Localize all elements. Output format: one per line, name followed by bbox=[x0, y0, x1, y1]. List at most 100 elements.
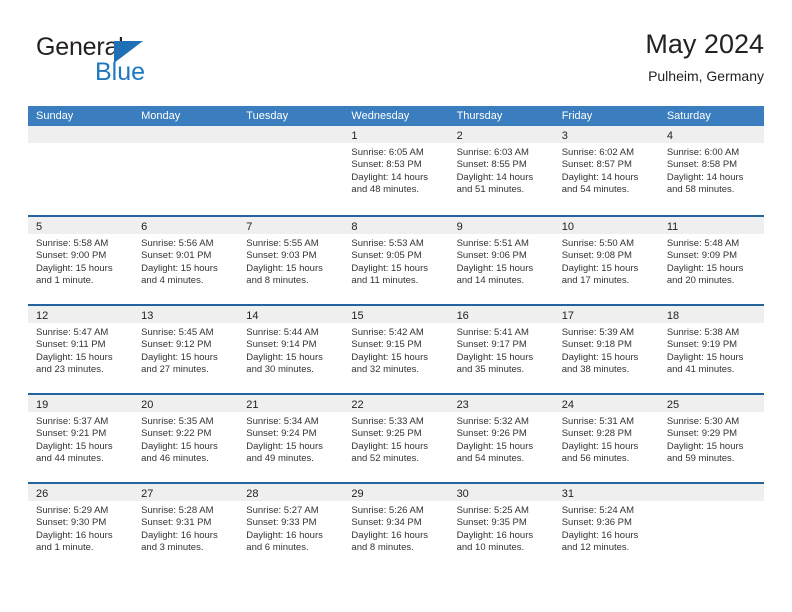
day-number-strip: 18 bbox=[658, 306, 764, 323]
day-cell[interactable]: 30 Sunrise: 5:25 AM Sunset: 9:35 PM Dayligh… bbox=[448, 484, 554, 571]
logo-text-general: General bbox=[36, 33, 124, 61]
day-cell[interactable]: 25 Sunrise: 5:30 AM Sunset: 9:29 PM Dayligh… bbox=[658, 395, 764, 482]
daylight-text-cont: and 59 minutes. bbox=[666, 453, 735, 465]
sunrise-text: Sunrise: 5:26 AM bbox=[351, 505, 424, 516]
sunset-text: Sunset: 9:11 PM bbox=[36, 339, 106, 351]
day-cell[interactable]: 7 Sunrise: 5:55 AM Sunset: 9:03 PM Daylight… bbox=[238, 217, 344, 304]
daylight-text: Daylight: 15 hours bbox=[36, 262, 113, 274]
day-number-strip: 30 bbox=[448, 484, 554, 501]
sunrise-text: Sunrise: 5:41 AM bbox=[456, 327, 529, 338]
day-details: Sunrise: 5:47 AM Sunset: 9:11 PM Daylight:… bbox=[28, 323, 133, 377]
daylight-text-cont: and 14 minutes. bbox=[456, 275, 525, 287]
sunrise-text: Sunrise: 5:56 AM bbox=[141, 238, 214, 249]
day-cell[interactable]: 4 Sunrise: 6:00 AM Sunset: 8:58 PM Daylight… bbox=[658, 126, 764, 215]
day-number-strip: 10 bbox=[553, 217, 659, 234]
day-cell[interactable]: 29 Sunrise: 5:26 AM Sunset: 9:34 PM Dayligh… bbox=[343, 484, 449, 571]
day-number: 16 bbox=[456, 310, 469, 322]
day-number-strip bbox=[133, 126, 239, 143]
day-number: 5 bbox=[36, 221, 43, 233]
day-number-strip: 19 bbox=[28, 395, 134, 412]
day-cell[interactable]: 9 Sunrise: 5:51 AM Sunset: 9:06 PM Daylight… bbox=[448, 217, 554, 304]
day-cell[interactable]: 20 Sunrise: 5:35 AM Sunset: 9:22 PM Dayligh… bbox=[133, 395, 239, 482]
sunrise-text: Sunrise: 5:28 AM bbox=[141, 505, 214, 516]
sunset-text: Sunset: 9:00 PM bbox=[36, 250, 107, 262]
day-details: Sunrise: 5:32 AM Sunset: 9:26 PM Daylight:… bbox=[449, 412, 554, 466]
day-cell[interactable]: 3 Sunrise: 6:02 AM Sunset: 8:57 PM Daylight… bbox=[553, 126, 659, 215]
day-number-strip: 14 bbox=[238, 306, 344, 323]
day-number-strip: 15 bbox=[343, 306, 449, 323]
day-cell[interactable]: 12 Sunrise: 5:47 AM Sunset: 9:11 PM Dayligh… bbox=[28, 306, 134, 393]
sunset-text: Sunset: 9:24 PM bbox=[246, 428, 317, 440]
day-number-strip: 21 bbox=[238, 395, 344, 412]
day-cell[interactable]: 24 Sunrise: 5:31 AM Sunset: 9:28 PM Dayligh… bbox=[553, 395, 659, 482]
day-cell[interactable]: 21 Sunrise: 5:34 AM Sunset: 9:24 PM Dayligh… bbox=[238, 395, 344, 482]
day-cell[interactable]: 10 Sunrise: 5:50 AM Sunset: 9:08 PM Dayligh… bbox=[553, 217, 659, 304]
day-number-strip: 7 bbox=[238, 217, 344, 234]
page-subtitle: Pulheim, Germany bbox=[648, 68, 764, 84]
day-number-strip: 5 bbox=[28, 217, 134, 234]
day-cell[interactable]: 28 Sunrise: 5:27 AM Sunset: 9:33 PM Dayligh… bbox=[238, 484, 344, 571]
daylight-text-cont: and 4 minutes. bbox=[141, 275, 204, 287]
day-cell[interactable]: 14 Sunrise: 5:44 AM Sunset: 9:14 PM Dayligh… bbox=[238, 306, 344, 393]
sunrise-text: Sunrise: 5:37 AM bbox=[36, 416, 109, 427]
sunset-text: Sunset: 8:53 PM bbox=[351, 159, 422, 171]
calendar-grid: Sunday Monday Tuesday Wednesday Thursday Frid… bbox=[28, 106, 764, 571]
day-details: Sunrise: 5:53 AM Sunset: 9:05 PM Daylight:… bbox=[343, 234, 448, 288]
day-cell[interactable]: 13 Sunrise: 5:45 AM Sunset: 9:12 PM Dayligh… bbox=[133, 306, 239, 393]
day-cell[interactable]: 31 Sunrise: 5:24 AM Sunset: 9:36 PM Dayligh… bbox=[553, 484, 659, 571]
general-blue-logo[interactable]: General Blue bbox=[36, 34, 206, 90]
day-cell[interactable]: 23 Sunrise: 5:32 AM Sunset: 9:26 PM Dayligh… bbox=[448, 395, 554, 482]
daylight-text: Daylight: 15 hours bbox=[246, 351, 323, 363]
day-cell[interactable]: 15 Sunrise: 5:42 AM Sunset: 9:15 PM Dayligh… bbox=[343, 306, 449, 393]
daylight-text: Daylight: 15 hours bbox=[36, 440, 113, 452]
daylight-text-cont: and 52 minutes. bbox=[351, 453, 420, 465]
daylight-text: Daylight: 16 hours bbox=[36, 529, 113, 541]
day-details: Sunrise: 5:34 AM Sunset: 9:24 PM Daylight:… bbox=[238, 412, 343, 466]
day-number: 29 bbox=[351, 488, 364, 500]
day-cell[interactable]: 2 Sunrise: 6:03 AM Sunset: 8:55 PM Daylight… bbox=[448, 126, 554, 215]
day-details: Sunrise: 5:37 AM Sunset: 9:21 PM Daylight:… bbox=[28, 412, 133, 466]
day-number: 9 bbox=[456, 221, 463, 233]
daylight-text-cont: and 3 minutes. bbox=[141, 542, 204, 554]
daylight-text-cont: and 11 minutes. bbox=[351, 275, 419, 287]
day-cell[interactable]: 8 Sunrise: 5:53 AM Sunset: 9:05 PM Daylight… bbox=[343, 217, 449, 304]
sunset-text: Sunset: 9:12 PM bbox=[141, 339, 212, 351]
sunrise-text: Sunrise: 5:34 AM bbox=[246, 416, 319, 427]
day-cell[interactable]: 27 Sunrise: 5:28 AM Sunset: 9:31 PM Dayligh… bbox=[133, 484, 239, 571]
day-number-strip bbox=[238, 126, 344, 143]
day-number-strip: 12 bbox=[28, 306, 134, 323]
daylight-text: Daylight: 15 hours bbox=[351, 440, 428, 452]
sunset-text: Sunset: 9:18 PM bbox=[561, 339, 632, 351]
day-number: 13 bbox=[141, 310, 154, 322]
weekday-header-thursday: Thursday bbox=[456, 110, 503, 122]
sunset-text: Sunset: 8:57 PM bbox=[561, 159, 632, 171]
daylight-text-cont: and 46 minutes. bbox=[141, 453, 209, 465]
daylight-text: Daylight: 15 hours bbox=[561, 262, 639, 274]
day-cell[interactable]: 19 Sunrise: 5:37 AM Sunset: 9:21 PM Dayligh… bbox=[28, 395, 134, 482]
calendar-week-row: 12 Sunrise: 5:47 AM Sunset: 9:11 PM Dayligh… bbox=[28, 304, 764, 393]
sunrise-text: Sunrise: 5:44 AM bbox=[246, 327, 319, 338]
day-cell[interactable]: 6 Sunrise: 5:56 AM Sunset: 9:01 PM Daylight… bbox=[133, 217, 239, 304]
day-number: 12 bbox=[36, 310, 49, 322]
day-cell[interactable]: 1 Sunrise: 6:05 AM Sunset: 8:53 PM Daylight… bbox=[343, 126, 449, 215]
day-details: Sunrise: 5:29 AM Sunset: 9:30 PM Daylight:… bbox=[28, 501, 133, 555]
day-cell[interactable]: 16 Sunrise: 5:41 AM Sunset: 9:17 PM Dayligh… bbox=[448, 306, 554, 393]
sunrise-text: Sunrise: 5:30 AM bbox=[666, 416, 740, 427]
title-block: May 2024 Pulheim, Germany bbox=[645, 28, 764, 86]
sunset-text: Sunset: 9:28 PM bbox=[561, 428, 632, 440]
daylight-text-cont: and 6 minutes. bbox=[246, 542, 309, 554]
day-details: Sunrise: 5:41 AM Sunset: 9:17 PM Daylight:… bbox=[449, 323, 554, 377]
day-cell[interactable]: 11 Sunrise: 5:48 AM Sunset: 9:09 PM Dayligh… bbox=[658, 217, 764, 304]
day-cell[interactable]: 17 Sunrise: 5:39 AM Sunset: 9:18 PM Dayligh… bbox=[553, 306, 659, 393]
daylight-text: Daylight: 15 hours bbox=[666, 262, 744, 274]
day-cell[interactable]: 18 Sunrise: 5:38 AM Sunset: 9:19 PM Dayligh… bbox=[658, 306, 764, 393]
day-cell[interactable]: 22 Sunrise: 5:33 AM Sunset: 9:25 PM Dayligh… bbox=[343, 395, 449, 482]
daylight-text: Daylight: 16 hours bbox=[456, 529, 534, 541]
day-number: 11 bbox=[666, 221, 679, 233]
weekday-header-wednesday: Wednesday bbox=[351, 110, 410, 122]
daylight-text: Daylight: 16 hours bbox=[246, 529, 323, 541]
day-number-strip: 8 bbox=[343, 217, 449, 234]
day-cell[interactable]: 26 Sunrise: 5:29 AM Sunset: 9:30 PM Dayligh… bbox=[28, 484, 134, 571]
day-cell[interactable]: 5 Sunrise: 5:58 AM Sunset: 9:00 PM Daylight… bbox=[28, 217, 134, 304]
daylight-text-cont: and 17 minutes. bbox=[561, 275, 630, 287]
